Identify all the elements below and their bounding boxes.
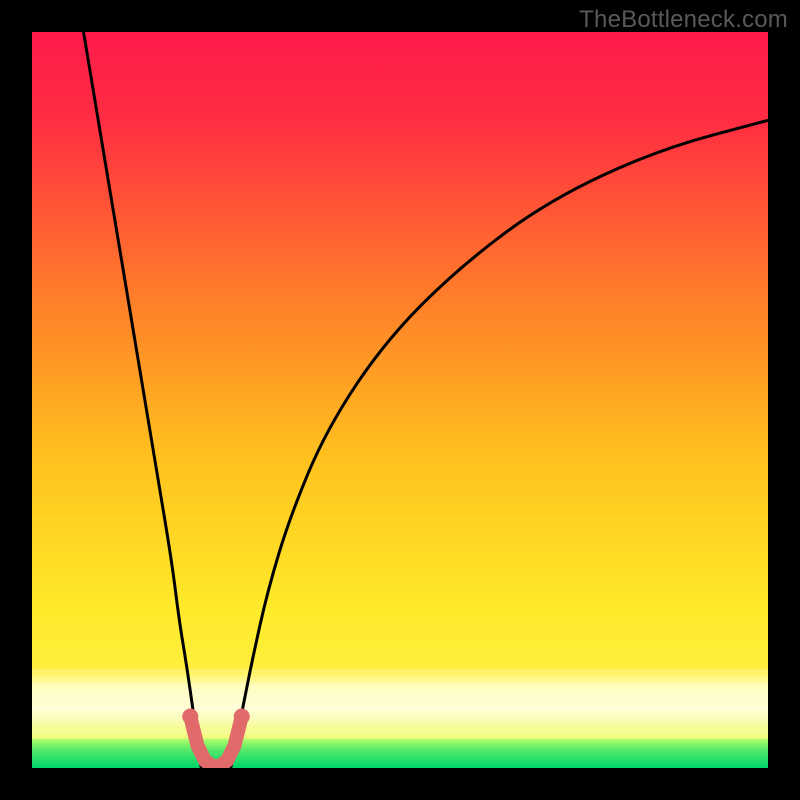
chart-plot-area (32, 32, 768, 768)
chart-svg (32, 32, 768, 768)
watermark-text: TheBottleneck.com (579, 6, 788, 34)
outer-frame: TheBottleneck.com (0, 0, 800, 800)
